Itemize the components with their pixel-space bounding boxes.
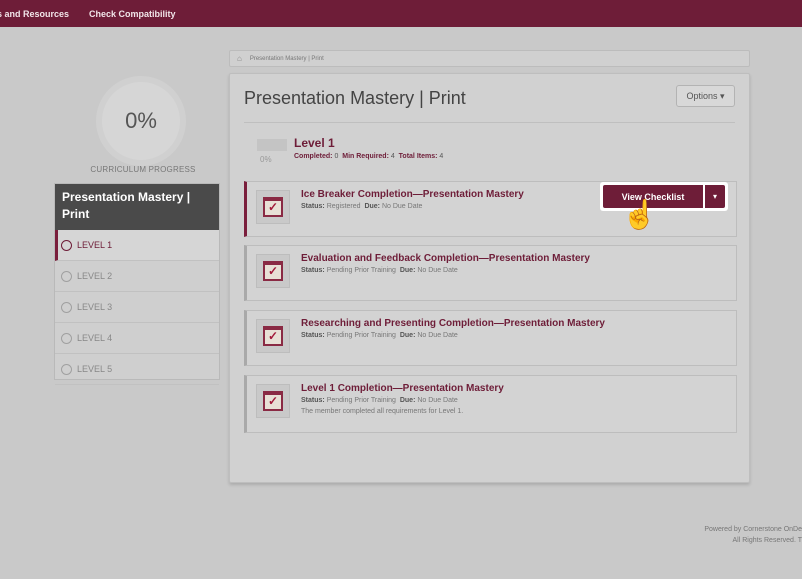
checklist-icon: ✓	[256, 190, 290, 224]
checklist-icon: ✓	[256, 384, 290, 418]
top-nav-bar: s and Resources Check Compatibility	[0, 0, 802, 27]
item-title[interactable]: Researching and Presenting Completion—Pr…	[301, 318, 605, 329]
curriculum-nav-panel: Presentation Mastery | Print LEVEL 1 LEV…	[54, 183, 220, 385]
footer-rights: All Rights Reserved. T	[732, 537, 802, 544]
level-label: LEVEL 3	[77, 302, 113, 312]
min-required-value: 4	[390, 153, 395, 160]
level-stats: Completed: 0 Min Required: 4 Total Items…	[294, 153, 443, 160]
footer-powered-by: Powered by Cornerstone OnDe	[704, 526, 802, 533]
completed-value: 0	[334, 153, 339, 160]
level-label: LEVEL 4	[77, 333, 113, 343]
options-button[interactable]: Options ▾	[676, 85, 735, 107]
level-nav-item-1[interactable]: LEVEL 1	[55, 230, 219, 261]
item-title[interactable]: Level 1 Completion—Presentation Mastery	[301, 383, 504, 394]
nav-link-check-compatibility[interactable]: Check Compatibility	[89, 9, 176, 19]
circle-icon	[61, 363, 72, 375]
page-title: Presentation Mastery | Print	[244, 88, 466, 108]
level-progress-percent: 0%	[260, 155, 272, 164]
curriculum-progress-circle: 0%	[96, 76, 186, 166]
item-title[interactable]: Evaluation and Feedback Completion—Prese…	[301, 253, 590, 264]
completed-label: Completed:	[294, 153, 333, 160]
level-label: LEVEL 5	[77, 364, 113, 374]
chevron-down-icon[interactable]: ▾	[705, 185, 725, 208]
level-progress-bar	[257, 139, 287, 151]
curriculum-title: Presentation Mastery | Print	[55, 184, 219, 230]
divider	[244, 122, 735, 123]
item-note: The member completed all requirements fo…	[301, 408, 464, 415]
min-required-label: Min Required:	[342, 153, 389, 160]
training-item-card[interactable]: ✓ Evaluation and Feedback Completion—Pre…	[244, 245, 737, 301]
hand-cursor-icon: ☝	[622, 199, 657, 230]
breadcrumb-current: Presentation Mastery | Print	[249, 55, 324, 62]
circle-icon	[61, 239, 72, 251]
level-nav-item-4[interactable]: LEVEL 4	[55, 323, 219, 354]
circle-icon	[61, 301, 72, 313]
training-item-card[interactable]: ✓ Ice Breaker Completion—Presentation Ma…	[244, 181, 737, 237]
total-items-label: Total Items:	[398, 153, 438, 160]
total-items-value: 4	[439, 153, 444, 160]
level-label: LEVEL 2	[77, 271, 113, 281]
item-status: Status: Registered Due: No Due Date	[301, 203, 423, 210]
level-name: Level 1	[294, 136, 335, 150]
level-nav-item-2[interactable]: LEVEL 2	[55, 261, 219, 292]
main-panel: Presentation Mastery | Print Options ▾ 0…	[229, 73, 750, 483]
circle-icon	[61, 270, 72, 282]
level-nav-item-5[interactable]: LEVEL 5	[55, 354, 219, 385]
checklist-icon: ✓	[256, 254, 290, 288]
progress-percent: 0%	[125, 108, 157, 133]
item-status: Status: Pending Prior Training Due: No D…	[301, 332, 458, 339]
footer: Powered by Cornerstone OnDe All Rights R…	[652, 524, 802, 546]
breadcrumb: ⌂ Presentation Mastery | Print	[229, 50, 750, 67]
training-item-card[interactable]: ✓ Researching and Presenting Completion—…	[244, 310, 737, 366]
item-status: Status: Pending Prior Training Due: No D…	[301, 397, 458, 404]
nav-link-resources[interactable]: s and Resources	[0, 9, 69, 19]
circle-icon	[61, 332, 72, 344]
progress-label: CURRICULUM PROGRESS	[90, 165, 196, 174]
level-label: LEVEL 1	[77, 240, 113, 250]
item-title[interactable]: Ice Breaker Completion—Presentation Mast…	[301, 189, 524, 200]
home-icon[interactable]: ⌂	[237, 54, 242, 63]
view-checklist-group: View Checklist ▾	[600, 182, 728, 211]
training-item-card[interactable]: ✓ Level 1 Completion—Presentation Master…	[244, 375, 737, 433]
item-status: Status: Pending Prior Training Due: No D…	[301, 267, 458, 274]
checklist-icon: ✓	[256, 319, 290, 353]
level-nav-item-3[interactable]: LEVEL 3	[55, 292, 219, 323]
